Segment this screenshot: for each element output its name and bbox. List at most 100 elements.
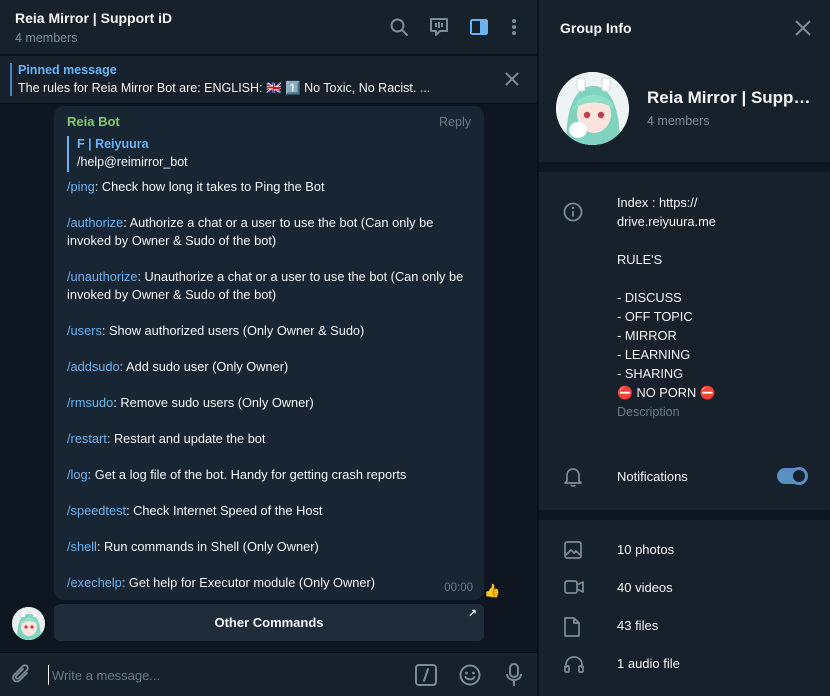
command-item: /authorize: Authorize a chat or a user t… — [67, 214, 477, 250]
reply-quote[interactable]: F | Reiyuura /help@reimirror_bot — [67, 136, 267, 172]
pinned-title: Pinned message — [18, 63, 117, 77]
command-description: : Run commands in Shell (Only Owner) — [96, 539, 319, 554]
description-line — [617, 231, 817, 250]
command-item: /restart: Restart and update the bot — [67, 430, 477, 448]
command-description: : Check Internet Speed of the Host — [126, 503, 323, 518]
description-line: - MIRROR — [617, 328, 677, 343]
command-link[interactable]: /shell — [67, 539, 97, 554]
sidebar-toggle-icon[interactable] — [468, 16, 490, 38]
media-label-audio: 1 audio file — [617, 656, 680, 671]
group-name: Reia Mirror | Support iD — [647, 88, 817, 107]
command-link[interactable]: /unauthorize — [67, 269, 137, 284]
chat-header[interactable]: Reia Mirror | Support iD 4 members — [0, 0, 537, 55]
message-bubble[interactable]: Reia Bot Reply F | Reiyuura /help@reimir… — [54, 106, 484, 600]
media-row-files[interactable]: 43 files — [539, 607, 830, 645]
group-info-panel: Group Info Reia Mirror | Support iD 4 me… — [539, 0, 830, 696]
description-line: ⛔ NO PORN ⛔ — [617, 385, 716, 400]
message-composer — [0, 652, 537, 696]
pinned-close-icon[interactable] — [503, 70, 521, 93]
video-chat-icon[interactable] — [428, 16, 450, 38]
section-separator — [539, 162, 830, 172]
command-item: /rmsudo: Remove sudo users (Only Owner) — [67, 394, 477, 412]
media-label-photos: 10 photos — [617, 542, 675, 557]
group-description[interactable]: Index : https:// drive.reiyuura.me RULE'S -… — [617, 193, 817, 402]
chat-pane: Reia Mirror | Support iD 4 members Pinne… — [0, 0, 537, 696]
pinned-text: The rules for Reia Mirror Bot are: ENGLI… — [18, 81, 431, 95]
reply-label[interactable]: Reply — [439, 115, 471, 129]
command-link[interactable]: /users — [67, 323, 102, 338]
bot-avatar[interactable] — [12, 607, 45, 640]
description-line — [617, 269, 817, 288]
other-commands-button[interactable]: Other Commands ↗ — [54, 604, 484, 641]
command-item: /shell: Run commands in Shell (Only Owne… — [67, 538, 477, 556]
command-link[interactable]: /addsudo — [67, 359, 120, 374]
chat-member-count: 4 members — [15, 31, 78, 45]
command-list: /ping: Check how long it takes to Ping t… — [67, 178, 477, 610]
bell-icon — [564, 467, 582, 492]
group-member-count[interactable]: 4 members — [647, 114, 710, 128]
command-link[interactable]: /restart — [67, 431, 107, 446]
description-line: - LEARNING — [617, 347, 691, 362]
command-description: : Restart and update the bot — [106, 431, 266, 446]
media-row-audio[interactable]: 1 audio file — [539, 645, 830, 683]
command-item: /exechelp: Get help for Executor module … — [67, 574, 477, 592]
message-time: 00:00 — [444, 582, 473, 594]
more-vert-icon[interactable] — [503, 16, 525, 38]
command-link[interactable]: /authorize — [67, 215, 123, 230]
info-panel-title: Group Info — [560, 20, 632, 36]
message-sender[interactable]: Reia Bot — [67, 114, 120, 129]
description-line: - SHARING — [617, 366, 684, 381]
description-label: Description — [617, 405, 680, 419]
command-item: /speedtest: Check Internet Speed of the … — [67, 502, 477, 520]
chat-title[interactable]: Reia Mirror | Support iD — [15, 10, 172, 26]
quote-author: F | Reiyuura — [77, 137, 149, 151]
description-line: - OFF TOPIC — [617, 309, 693, 324]
search-icon[interactable] — [388, 16, 410, 38]
media-label-videos: 40 videos — [617, 580, 673, 595]
command-description: : Get help for Executor module (Only Own… — [121, 575, 375, 590]
info-icon — [563, 202, 583, 227]
command-description: : Check how long it takes to Ping the Bo… — [94, 179, 325, 194]
thumbs-up-reaction[interactable]: 👍 — [484, 583, 500, 599]
bot-commands-icon[interactable] — [415, 664, 437, 691]
command-item: /addsudo: Add sudo user (Only Owner) — [67, 358, 477, 376]
microphone-icon[interactable] — [505, 663, 523, 692]
notifications-toggle[interactable] — [777, 467, 808, 485]
command-description: : Remove sudo users (Only Owner) — [113, 395, 314, 410]
photo-icon — [564, 541, 582, 564]
command-link[interactable]: /ping — [67, 179, 95, 194]
emoji-icon[interactable] — [459, 664, 481, 691]
command-link[interactable]: /rmsudo — [67, 395, 113, 410]
notifications-label: Notifications — [617, 469, 688, 484]
headphones-icon — [564, 655, 584, 678]
description-line: drive.reiyuura.me — [617, 214, 716, 229]
quote-text: /help@reimirror_bot — [77, 155, 188, 169]
group-avatar[interactable] — [556, 72, 629, 145]
close-icon[interactable] — [794, 19, 812, 42]
pinned-message-bar[interactable]: Pinned message The rules for Reia Mirror… — [0, 56, 537, 104]
media-row-videos[interactable]: 40 videos — [539, 569, 830, 607]
command-description: : Get a log file of the bot. Handy for g… — [87, 467, 407, 482]
attach-icon[interactable] — [12, 664, 32, 691]
video-icon — [564, 579, 584, 600]
section-separator — [539, 510, 830, 520]
external-link-icon: ↗ — [467, 608, 477, 620]
command-link[interactable]: /log — [67, 467, 88, 482]
command-description: : Add sudo user (Only Owner) — [119, 359, 289, 374]
description-line: Index : https:// — [617, 195, 698, 210]
command-link[interactable]: /exechelp — [67, 575, 122, 590]
command-item: /unauthorize: Unauthorize a chat or a us… — [67, 268, 477, 304]
other-commands-label: Other Commands — [214, 615, 324, 630]
media-label-files: 43 files — [617, 618, 659, 633]
command-item: /log: Get a log file of the bot. Handy f… — [67, 466, 477, 484]
file-icon — [564, 617, 580, 642]
command-description: : Show authorized users (Only Owner & Su… — [101, 323, 365, 338]
command-item: /ping: Check how long it takes to Ping t… — [67, 178, 477, 196]
message-input[interactable] — [48, 665, 398, 685]
command-link[interactable]: /speedtest — [67, 503, 126, 518]
pinned-accent-bar — [10, 63, 12, 96]
description-line: - DISCUSS — [617, 290, 682, 305]
media-row-photos[interactable]: 10 photos — [539, 531, 830, 569]
toggle-knob — [790, 467, 808, 485]
description-line: RULE'S — [617, 252, 663, 267]
